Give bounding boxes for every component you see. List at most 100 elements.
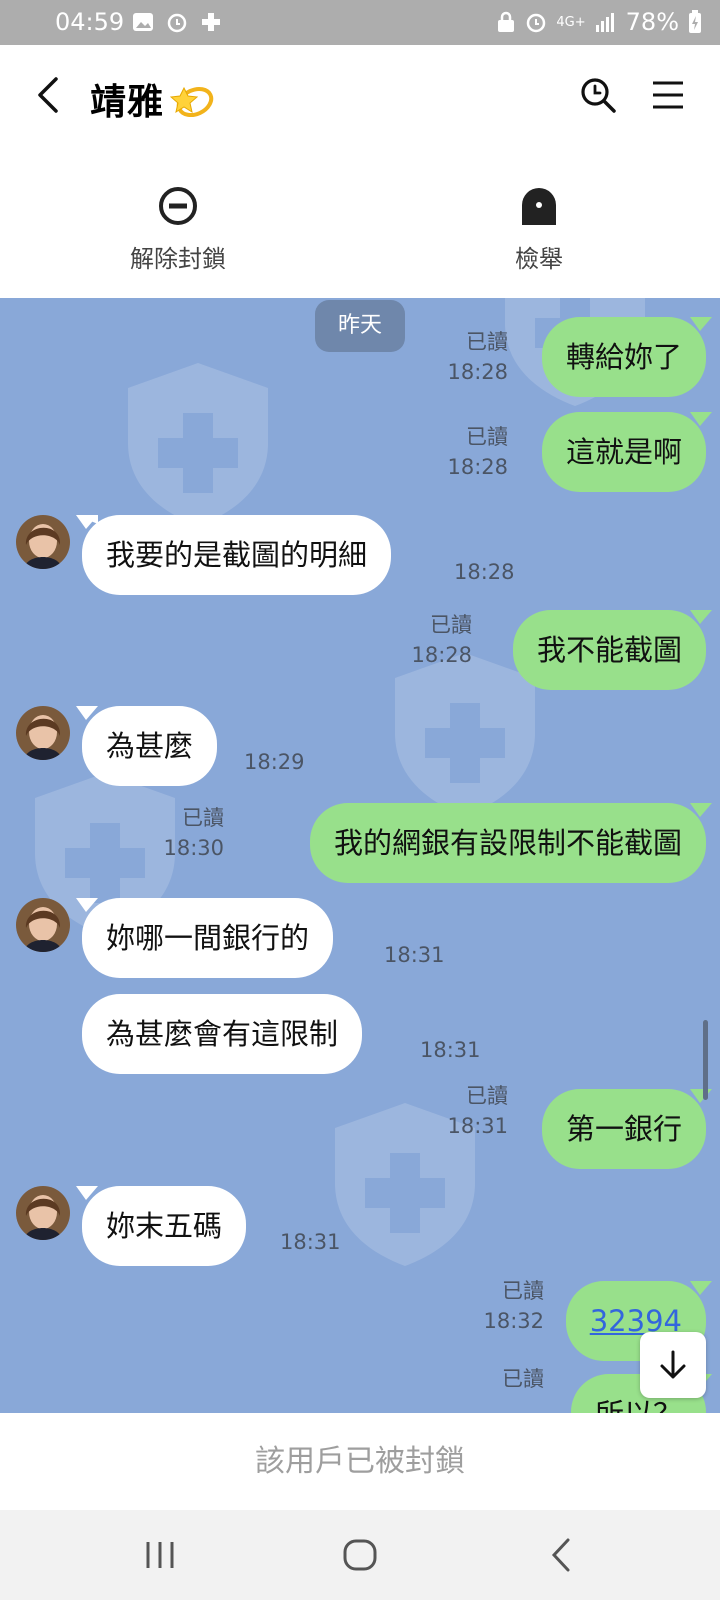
bubble-tail (690, 317, 712, 331)
message-text: 第一銀行 (565, 1112, 682, 1146)
avatar-photo (16, 706, 70, 760)
bubble-tail (76, 706, 98, 720)
line-chat-screen: 04:59 4G+ 78% 靖雅 解除封鎖 檢舉 昨天 已讀 18:28 轉給妳… (0, 0, 720, 1600)
message-text: 妳末五碼 (106, 1209, 223, 1243)
read-receipt: 已讀 (502, 1367, 544, 1391)
message-text: 所以？ (595, 1397, 682, 1413)
report-label: 檢舉 (515, 245, 563, 273)
incoming-message-bubble[interactable]: 妳哪一間銀行的 (76, 898, 334, 978)
incoming-message-bubble[interactable]: 我要的是截圖的明細 (76, 515, 392, 595)
message-time: 18:32 (483, 1309, 544, 1333)
message-time: 18:28 (454, 560, 515, 584)
battery-charging-icon (689, 10, 701, 33)
avatar[interactable] (16, 515, 70, 569)
back-arrow-icon[interactable] (30, 73, 66, 117)
message-meta: 已讀 18:28 (447, 327, 508, 387)
battery-percent: 78% (625, 8, 679, 36)
game-icon (202, 13, 220, 31)
unblock-label: 解除封鎖 (130, 245, 226, 273)
message-meta: 已讀 18:30 (163, 803, 224, 863)
bubble-tail (76, 898, 98, 912)
avatar-photo (16, 1186, 70, 1240)
recents-icon[interactable] (140, 1536, 180, 1574)
chat-area[interactable]: 昨天 已讀 18:28 轉給妳了 已讀 18:28 這就是啊 我要的是截圖的明細… (0, 298, 720, 1413)
message-meta: 已讀 18:32 (483, 1276, 544, 1336)
read-receipt: 已讀 (466, 425, 508, 449)
read-receipt: 已讀 (466, 330, 508, 354)
alarm-icon (167, 13, 187, 33)
read-receipt: 已讀 (430, 613, 472, 637)
signal-icon (595, 13, 614, 32)
message-text: 我要的是截圖的明細 (106, 538, 368, 572)
arrow-down-icon (660, 1350, 686, 1379)
gallery-icon (133, 13, 153, 31)
incoming-message-bubble[interactable]: 妳末五碼 (76, 1186, 247, 1266)
avatar-photo (16, 515, 70, 569)
blocked-notice: 該用戶已被封鎖 (255, 1444, 465, 1479)
avatar[interactable] (16, 706, 70, 760)
scrollbar[interactable] (703, 1020, 708, 1100)
message-time: 18:29 (244, 750, 305, 774)
message-meta: 已讀 18:28 (411, 610, 472, 670)
avatar[interactable] (16, 1186, 70, 1240)
bubble-tail (76, 515, 98, 529)
network-type: 4G+ (556, 14, 586, 30)
outgoing-message-bubble[interactable]: 這就是啊 (541, 412, 712, 492)
bubble-tail (690, 1281, 712, 1295)
status-time: 04:59 (55, 8, 125, 36)
unblock-button[interactable]: 解除封鎖 (98, 185, 258, 274)
message-meta: 已讀 18:31 (447, 1081, 508, 1141)
alarm-icon (527, 13, 546, 33)
outgoing-message-bubble[interactable]: 轉給妳了 (541, 317, 712, 397)
read-receipt: 已讀 (466, 1084, 508, 1108)
date-separator: 昨天 (315, 300, 405, 352)
message-text: 為甚麼 (106, 729, 194, 763)
avatar-photo (16, 898, 70, 952)
bubble-tail (690, 803, 712, 817)
status-right: 4G+ 78% (496, 8, 702, 36)
message-text: 我的網銀有設限制不能截圖 (333, 826, 682, 860)
read-receipt: 已讀 (182, 806, 224, 830)
message-time: 18:28 (447, 360, 508, 384)
search-icon[interactable] (578, 75, 618, 115)
message-text: 妳哪一間銀行的 (106, 921, 310, 955)
lock-icon (498, 11, 515, 32)
message-time: 18:31 (384, 943, 445, 967)
message-text: 這就是啊 (565, 435, 682, 469)
bubble-tail (690, 1089, 712, 1103)
chat-header: 靖雅 解除封鎖 檢舉 (0, 45, 720, 298)
message-time: 18:31 (420, 1038, 481, 1062)
blocked-notice-bar: 該用戶已被封鎖 (0, 1413, 720, 1510)
avatar[interactable] (16, 898, 70, 952)
system-nav-bar (0, 1510, 720, 1600)
report-icon (522, 188, 556, 225)
outgoing-message-bubble[interactable]: 第一銀行 (541, 1089, 712, 1169)
message-meta: 已讀 18:28 (447, 422, 508, 482)
scroll-to-bottom-button[interactable] (640, 1332, 706, 1398)
dizzy-star-emoji (170, 86, 214, 118)
status-left-icons (132, 11, 222, 33)
outgoing-message-bubble[interactable]: 我的網銀有設限制不能截圖 (309, 803, 712, 883)
shield-watermark-icon (128, 363, 268, 526)
outgoing-message-bubble[interactable]: 我不能截圖 (512, 610, 712, 690)
bubble-tail (690, 412, 712, 426)
message-meta: 已讀 (502, 1364, 544, 1394)
menu-icon[interactable] (650, 77, 686, 113)
read-receipt: 已讀 (502, 1279, 544, 1303)
chat-title[interactable]: 靖雅 (90, 73, 164, 125)
bubble-tail (690, 610, 712, 624)
bubble-tail (76, 1186, 98, 1200)
message-time: 18:28 (447, 455, 508, 479)
back-icon[interactable] (542, 1536, 582, 1574)
incoming-message-bubble[interactable]: 為甚麼 (76, 706, 218, 786)
incoming-message-bubble[interactable]: 為甚麼會有這限制 (82, 994, 363, 1074)
message-text: 為甚麼會有這限制 (106, 1017, 339, 1051)
message-text: 轉給妳了 (565, 340, 682, 374)
report-button[interactable]: 檢舉 (459, 185, 619, 274)
message-text: 我不能截圖 (536, 633, 682, 667)
message-time: 18:31 (280, 1230, 341, 1254)
message-time: 18:31 (447, 1114, 508, 1138)
home-icon[interactable] (340, 1536, 380, 1574)
message-time: 18:28 (411, 643, 472, 667)
message-time: 18:30 (163, 836, 224, 860)
